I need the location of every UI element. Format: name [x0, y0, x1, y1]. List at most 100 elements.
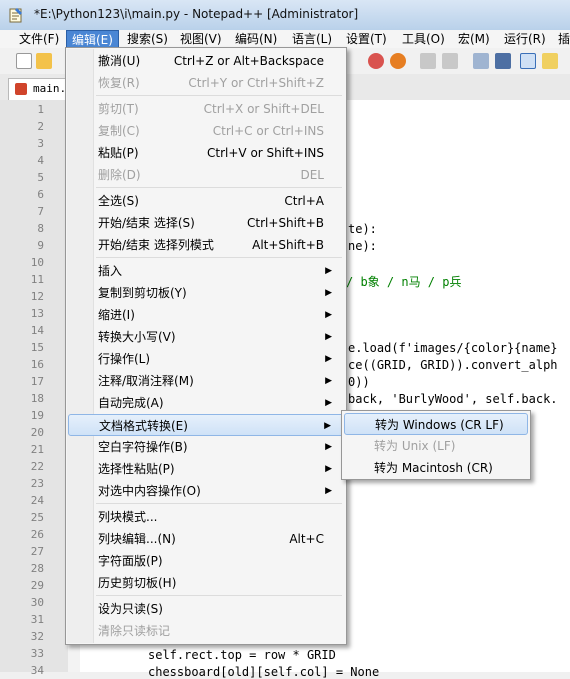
edit-menu-item[interactable]: 粘贴(P) Ctrl+V or Shift+INS [68, 142, 344, 164]
menu-macro[interactable]: 宏(M) [453, 30, 495, 48]
notepad-app-icon [9, 7, 23, 23]
submenu-arrow-icon: ▶ [325, 442, 332, 452]
line-number: 3 [37, 137, 44, 150]
line-number: 30 [30, 596, 44, 609]
line-number: 17 [30, 375, 44, 388]
edit-menu-item-label: 列块模式... [98, 510, 158, 524]
sync-horizontal-icon[interactable] [442, 53, 458, 69]
menu-edit[interactable]: 编辑(E) [66, 30, 119, 48]
edit-menu-item[interactable]: 缩进(I) ▶ [68, 304, 344, 326]
line-number: 6 [37, 188, 44, 201]
line-number: 20 [30, 426, 44, 439]
edit-menu-item-label: 注释/取消注释(M) [98, 374, 194, 388]
line-number: 33 [30, 647, 44, 660]
submenu-arrow-icon: ▶ [325, 376, 332, 386]
edit-menu-item: 恢复(R) Ctrl+Y or Ctrl+Shift+Z [68, 72, 344, 94]
line-number: 15 [30, 341, 44, 354]
menu-separator [96, 187, 342, 188]
submenu-arrow-icon: ▶ [325, 288, 332, 298]
edit-menu-item-shortcut: Ctrl+X or Shift+DEL [203, 102, 324, 116]
edit-menu-item[interactable]: 开始/结束 选择(S) Ctrl+Shift+B [68, 212, 344, 234]
code-line-17: 0)) [348, 375, 370, 389]
zoom-out-icon[interactable] [390, 53, 406, 69]
edit-menu-item[interactable]: 列块模式... [68, 506, 344, 528]
edit-menu-item[interactable]: 复制到剪切板(Y) ▶ [68, 282, 344, 304]
edit-menu-item[interactable]: 插入 ▶ [68, 260, 344, 282]
submenu-arrow-icon: ▶ [325, 398, 332, 408]
submenu-arrow-icon: ▶ [325, 266, 332, 276]
edit-menu-item-shortcut: DEL [300, 168, 324, 182]
show-all-chars-icon[interactable] [495, 53, 511, 69]
edit-menu-item[interactable]: 注释/取消注释(M) ▶ [68, 370, 344, 392]
eol-conversion-submenu: 转为 Windows (CR LF) 转为 Unix (LF) 转为 Macinto… [341, 410, 531, 480]
edit-menu-item-label: 开始/结束 选择列模式 [98, 238, 214, 252]
edit-menu-item-label: 列块编辑...(N) [98, 532, 176, 546]
edit-menu-item[interactable]: 自动完成(A) ▶ [68, 392, 344, 414]
edit-menu-item[interactable]: 转换大小写(V) ▶ [68, 326, 344, 348]
menu-language[interactable]: 语言(L) [287, 30, 337, 48]
submenu-arrow-icon: ▶ [325, 332, 332, 342]
edit-menu-item[interactable]: 列块编辑...(N) Alt+C [68, 528, 344, 550]
line-number: 8 [37, 222, 44, 235]
edit-menu-item[interactable]: 历史剪切板(H) [68, 572, 344, 594]
edit-menu-item-label: 恢复(R) [98, 76, 140, 90]
menu-plugins[interactable]: 插 [553, 30, 570, 48]
edit-menu-item-shortcut: Ctrl+Z or Alt+Backspace [173, 54, 324, 68]
new-file-icon[interactable] [16, 53, 32, 69]
eol-submenu-item[interactable]: 转为 Macintosh (CR) [344, 457, 528, 479]
edit-menu-item-label: 文档格式转换(E) [99, 419, 188, 433]
edit-menu-item[interactable]: 空白字符操作(B) ▶ [68, 436, 344, 458]
eol-submenu-item: 转为 Unix (LF) [344, 435, 528, 457]
tab-label: main. [33, 82, 67, 95]
indent-guide-icon[interactable] [520, 53, 536, 69]
line-number: 11 [30, 273, 44, 286]
edit-menu-item-label: 空白字符操作(B) [98, 440, 188, 454]
edit-menu-item[interactable]: 开始/结束 选择列模式 Alt+Shift+B [68, 234, 344, 256]
edit-menu-item[interactable]: 撤消(U) Ctrl+Z or Alt+Backspace [68, 50, 344, 72]
edit-menu-item-label: 缩进(I) [98, 308, 135, 322]
line-number: 9 [37, 239, 44, 252]
menu-file[interactable]: 文件(F) [14, 30, 64, 48]
sync-vertical-icon[interactable] [420, 53, 436, 69]
edit-menu-item-shortcut: Alt+Shift+B [252, 238, 324, 252]
edit-menu-item[interactable]: 行操作(L) ▶ [68, 348, 344, 370]
menu-separator [96, 257, 342, 258]
menu-search[interactable]: 搜索(S) [122, 30, 173, 48]
edit-menu-item-label: 字符面版(P) [98, 554, 163, 568]
eol-submenu-item[interactable]: 转为 Windows (CR LF) [344, 413, 528, 435]
doc-map-icon[interactable] [542, 53, 558, 69]
edit-menu-item[interactable]: 选择性粘贴(P) ▶ [68, 458, 344, 480]
line-number: 25 [30, 511, 44, 524]
edit-menu-item[interactable]: 字符面版(P) [68, 550, 344, 572]
menu-settings[interactable]: 设置(T) [341, 30, 392, 48]
menu-run[interactable]: 运行(R) [499, 30, 551, 48]
menu-encoding[interactable]: 编码(N) [230, 30, 282, 48]
line-number: 13 [30, 307, 44, 320]
menu-view[interactable]: 视图(V) [175, 30, 227, 48]
line-number: 23 [30, 477, 44, 490]
word-wrap-icon[interactable] [473, 53, 489, 69]
line-number: 18 [30, 392, 44, 405]
edit-menu-item-label: 全选(S) [98, 194, 139, 208]
edit-menu-item[interactable]: 全选(S) Ctrl+A [68, 190, 344, 212]
open-folder-icon[interactable] [36, 53, 52, 69]
tab-main-py[interactable]: main. [8, 78, 68, 100]
edit-menu-item-label: 开始/结束 选择(S) [98, 216, 195, 230]
zoom-in-icon[interactable] [368, 53, 384, 69]
menu-tools[interactable]: 工具(O) [397, 30, 450, 48]
edit-menu-item[interactable]: 文档格式转换(E) ▶ [68, 414, 344, 436]
menu-separator [96, 595, 342, 596]
edit-menu-dropdown: 撤消(U) Ctrl+Z or Alt+Backspace 恢复(R) Ctrl+Y … [65, 47, 347, 645]
edit-menu-item-shortcut: Alt+C [289, 532, 324, 546]
eol-submenu-item-label: 转为 Windows (CR LF) [375, 418, 504, 432]
code-line-34: chessboard[old][self.col] = None [148, 665, 380, 679]
eol-submenu-item-label: 转为 Macintosh (CR) [374, 461, 493, 475]
edit-menu-item-label: 复制到剪切板(Y) [98, 286, 187, 300]
edit-menu-item[interactable]: 设为只读(S) [68, 598, 344, 620]
line-number: 26 [30, 528, 44, 541]
edit-menu-item-label: 清除只读标记 [98, 624, 171, 638]
edit-menu-item[interactable]: 对选中内容操作(O) ▶ [68, 480, 344, 502]
line-number: 29 [30, 579, 44, 592]
edit-menu-item-label: 插入 [98, 264, 123, 278]
edit-menu-item-label: 撤消(U) [98, 54, 141, 68]
